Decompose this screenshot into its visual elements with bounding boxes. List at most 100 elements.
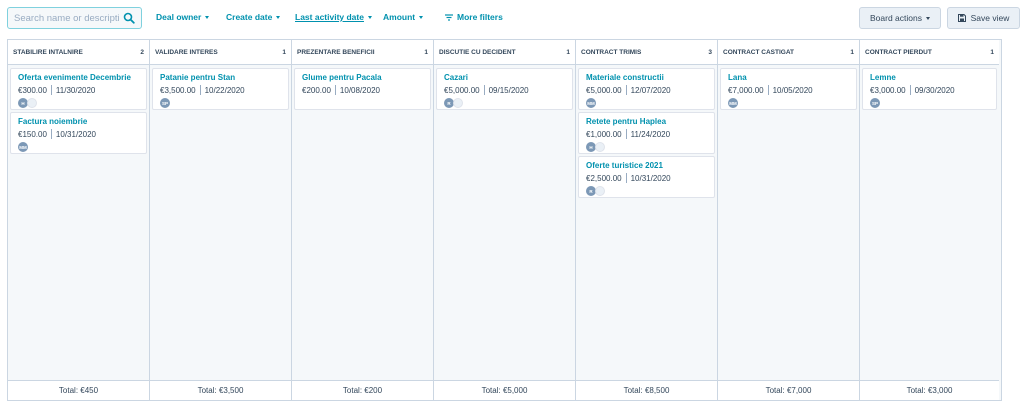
deal-amount: €150.00 [18, 130, 47, 139]
deal-meta: €3,500.00 10/22/2020 [160, 85, 282, 95]
board-actions-button[interactable]: Board actions [859, 7, 941, 29]
card-owners: R [444, 98, 566, 108]
filter-deal-owner[interactable]: Deal owner [156, 12, 210, 22]
column-count: 1 [282, 48, 286, 56]
deal-name-link[interactable]: Cazari [444, 73, 566, 82]
column-header: STABILIRE INTALNIRE 2 [8, 40, 149, 65]
pipeline-column: PREZENTARE BENEFICII 1 Glume pentru Pacala… [292, 40, 434, 400]
column-title: CONTRACT CASTIGAT [723, 48, 795, 56]
save-view-button[interactable]: Save view [947, 7, 1020, 29]
pipeline-column: VALIDARE INTERES 1 Patanie pentru Stan €3,5… [150, 40, 292, 400]
filter-label: Deal owner [156, 12, 202, 22]
deal-meta: €2,500.00 10/31/2020 [586, 173, 708, 183]
deal-card[interactable]: Retete pentru Haplea €1,000.00 11/24/2020 H [578, 112, 715, 154]
deal-card[interactable]: Patanie pentru Stan €3,500.00 10/22/2020 SP [152, 68, 289, 110]
save-view-label: Save view [970, 13, 1010, 23]
column-total: Total: €7,000 [718, 380, 859, 400]
deal-name-link[interactable]: Oferte turistice 2021 [586, 161, 708, 170]
deal-amount: €3,000.00 [870, 86, 906, 95]
owner-avatar[interactable]: MM [586, 98, 596, 108]
deal-card[interactable]: Cazari €5,000.00 09/15/2020 R [436, 68, 573, 110]
deal-amount: €5,000.00 [586, 86, 622, 95]
deal-amount: €7,000.00 [728, 86, 764, 95]
caret-down-icon [367, 16, 372, 20]
deal-card[interactable]: Materiale constructii €5,000.00 12/07/2020… [578, 68, 715, 110]
deal-name-link[interactable]: Glume pentru Pacala [302, 73, 424, 82]
column-header: CONTRACT PIERDUT 1 [860, 40, 999, 65]
card-owners: H [586, 142, 708, 152]
filter-lines-icon [445, 14, 453, 21]
contact-avatar[interactable] [595, 186, 605, 196]
board-actions-label: Board actions [870, 13, 922, 23]
deal-meta: €7,000.00 10/05/2020 [728, 85, 850, 95]
deal-close-date: 11/30/2020 [55, 86, 96, 95]
column-header: PREZENTARE BENEFICII 1 [292, 40, 433, 65]
column-count: 2 [140, 48, 144, 56]
deal-meta: €5,000.00 12/07/2020 [586, 85, 708, 95]
deal-name-link[interactable]: Materiale constructii [586, 73, 708, 82]
owner-avatar[interactable]: MM [18, 142, 28, 152]
meta-divider [909, 85, 911, 95]
deal-card[interactable]: Lemne €3,000.00 09/30/2020 SP [862, 68, 997, 110]
column-title: VALIDARE INTERES [155, 48, 218, 56]
column-count: 1 [990, 48, 994, 56]
deal-name-link[interactable]: Patanie pentru Stan [160, 73, 282, 82]
deal-card[interactable]: Lana €7,000.00 10/05/2020 MM [720, 68, 857, 110]
search-icon[interactable] [123, 12, 135, 24]
deal-close-date: 09/15/2020 [488, 86, 529, 95]
deal-amount: €1,000.00 [586, 130, 622, 139]
column-header: CONTRACT CASTIGAT 1 [718, 40, 859, 65]
pipeline-column: CONTRACT TRIMIS 3 Materiale constructii €5,… [576, 40, 718, 400]
deal-meta: €150.00 10/31/2020 [18, 129, 140, 139]
deal-name-link[interactable]: Lana [728, 73, 850, 82]
caret-down-icon [276, 16, 281, 20]
meta-divider [625, 129, 627, 139]
owner-avatar[interactable]: MM [728, 98, 738, 108]
column-total: Total: €3,500 [150, 380, 291, 400]
contact-avatar[interactable] [453, 98, 463, 108]
column-count: 1 [850, 48, 854, 56]
deal-meta: €3,000.00 09/30/2020 [870, 85, 990, 95]
deal-name-link[interactable]: Lemne [870, 73, 990, 82]
deal-name-link[interactable]: Retete pentru Haplea [586, 117, 708, 126]
meta-divider [50, 85, 52, 95]
deal-close-date: 10/05/2020 [772, 86, 813, 95]
contact-avatar[interactable] [595, 142, 605, 152]
meta-divider [767, 85, 769, 95]
search-box[interactable] [7, 7, 142, 29]
card-list: Lana €7,000.00 10/05/2020 MM [718, 65, 859, 110]
column-total: Total: €450 [8, 380, 149, 400]
more-filters-button[interactable]: More filters [445, 12, 503, 22]
filter-create-date[interactable]: Create date [226, 12, 281, 22]
filter-last-activity-date[interactable]: Last activity date [295, 12, 372, 22]
deal-close-date: 09/30/2020 [914, 86, 955, 95]
search-input[interactable] [8, 12, 120, 24]
pipeline-column: DISCUTIE CU DECIDENT 1 Cazari €5,000.00 09/1… [434, 40, 576, 400]
column-count: 1 [566, 48, 570, 56]
deal-card[interactable]: Oferte turistice 2021 €2,500.00 10/31/2020… [578, 156, 715, 198]
pipeline-column: CONTRACT PIERDUT 1 Lemne €3,000.00 09/30/202… [860, 40, 999, 400]
column-total: Total: €5,000 [434, 380, 575, 400]
column-header: DISCUTIE CU DECIDENT 1 [434, 40, 575, 65]
meta-divider [483, 85, 485, 95]
contact-avatar[interactable] [27, 98, 37, 108]
deal-meta: €200.00 10/08/2020 [302, 85, 424, 95]
column-title: DISCUTIE CU DECIDENT [439, 48, 516, 56]
deal-name-link[interactable]: Factura noiembrie [18, 117, 140, 126]
deal-amount: €3,500.00 [160, 86, 196, 95]
deal-card[interactable]: Oferta evenimente Decembrie €300.00 11/30/… [10, 68, 147, 110]
deal-meta: €1,000.00 11/24/2020 [586, 129, 708, 139]
card-owners: H [18, 98, 140, 108]
card-owners: SP [160, 98, 282, 108]
owner-avatar[interactable]: SP [870, 98, 880, 108]
card-list: Materiale constructii €5,000.00 12/07/2020… [576, 65, 717, 198]
deal-card[interactable]: Glume pentru Pacala €200.00 10/08/2020 [294, 68, 431, 110]
caret-down-icon [925, 16, 930, 20]
meta-divider [625, 85, 627, 95]
filter-amount[interactable]: Amount [383, 12, 424, 22]
deal-name-link[interactable]: Oferta evenimente Decembrie [18, 73, 140, 82]
meta-divider [625, 173, 627, 183]
deal-card[interactable]: Factura noiembrie €150.00 10/31/2020 MM [10, 112, 147, 154]
card-owners: MM [728, 98, 850, 108]
owner-avatar[interactable]: SP [160, 98, 170, 108]
